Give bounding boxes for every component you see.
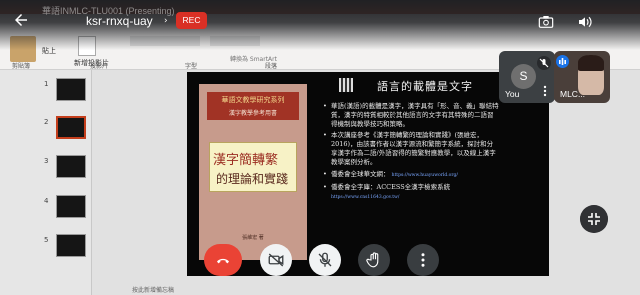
end-call-button[interactable]: [204, 244, 242, 276]
slide-thumbnail[interactable]: [56, 195, 86, 218]
group-label-clipboard: 剪貼簿: [12, 63, 31, 70]
camera-flip-icon[interactable]: [538, 15, 554, 29]
thumb-number: 3: [44, 157, 49, 165]
huayuworld-link[interactable]: https://www.huayuworld.org/: [392, 173, 458, 178]
book-author: 張維宏 著: [242, 235, 264, 241]
bullet-text: 僑委會全字庫：ACCESS全漢字檢索系統: [331, 183, 451, 192]
book-cal-line2: 的理論和實踐: [216, 172, 289, 186]
group-label-font: 字型: [185, 63, 198, 70]
slide-thumbnails-panel: 1 2 3 4 5: [0, 70, 92, 295]
book-cal-line1: 漢字簡轉繁: [213, 153, 279, 168]
speaker-icon[interactable]: [577, 15, 593, 29]
mic-off-icon: [318, 252, 332, 267]
bullet-text: 僑委會全球華文網：: [331, 169, 390, 178]
more-vert-icon: [421, 253, 425, 267]
end-call-icon: [217, 258, 229, 264]
more-options-button[interactable]: [407, 244, 439, 276]
group-label-slides: 投影片: [90, 63, 109, 70]
exit-fullscreen-icon[interactable]: [580, 205, 608, 233]
meet-top-bar: 華語INMLC-TLU001 (Presenting) ksr-rnxq-uay…: [0, 0, 640, 50]
slide-bullets: 華語(漢語)的載體是漢字，漢字具有「形、音、義」聯結特質，漢字的特質相較於其他語…: [323, 102, 499, 206]
raise-hand-button[interactable]: [358, 244, 390, 276]
participant-name: You: [505, 89, 520, 99]
qr-code-icon: [339, 78, 353, 92]
mic-toggle-button[interactable]: [309, 244, 341, 276]
slide-thumbnail-selected[interactable]: [56, 116, 86, 139]
more-vert-icon[interactable]: [543, 85, 547, 97]
book-calligraphy: 漢字簡轉繁 的理論和實踐: [209, 142, 297, 192]
book-series-title: 華語文教學研究系列: [221, 96, 285, 104]
book-cover-image: 華語文教學研究系列 漢字教學參考用書 漢字簡轉繁 的理論和實踐 張維宏 著: [199, 84, 307, 260]
camera-off-icon: [268, 253, 284, 267]
camera-toggle-button[interactable]: [260, 244, 292, 276]
thumb-number: 1: [44, 80, 49, 88]
notes-placeholder[interactable]: 按此新增備忘稿: [92, 283, 640, 295]
participant-tile-mlc[interactable]: MLC...: [554, 51, 610, 103]
slide-title: 語言的載體是文字: [377, 80, 473, 93]
cns-link[interactable]: https://www.cns11643.gov.tw/: [331, 195, 399, 200]
back-arrow-icon[interactable]: [12, 11, 30, 29]
bullet-item: 華語(漢語)的載體是漢字，漢字具有「形、音、義」聯結特質，漢字的特質相較於其他語…: [323, 102, 499, 128]
thumb-number: 5: [44, 236, 49, 244]
slide-thumbnail[interactable]: [56, 234, 86, 257]
bullet-item: 僑委會全球華文網： https://www.huayuworld.org/: [323, 170, 499, 181]
speaking-indicator-icon: [556, 55, 569, 68]
chevron-right-icon[interactable]: ›: [164, 16, 168, 26]
bullet-item: 僑委會全字庫：ACCESS全漢字檢索系統 https://www.cns1164…: [323, 183, 499, 203]
slide-thumbnail[interactable]: [56, 155, 86, 178]
participant-tile-you[interactable]: S You: [499, 51, 555, 103]
meeting-code[interactable]: ksr-rnxq-uay: [86, 14, 153, 28]
raise-hand-icon: [366, 252, 379, 268]
group-label-paragraph: 段落: [265, 63, 278, 70]
book-banner: 華語文教學研究系列 漢字教學參考用書: [207, 92, 299, 120]
slide-thumbnail[interactable]: [56, 78, 86, 101]
mic-off-icon: [537, 56, 551, 70]
recording-badge: REC: [176, 12, 207, 29]
thumb-number: 4: [44, 197, 49, 205]
thumb-number: 2: [44, 118, 49, 126]
avatar: S: [511, 64, 536, 89]
book-subtitle: 漢字教學參考用書: [228, 110, 277, 117]
participant-name: MLC...: [560, 89, 586, 99]
bullet-item: 本次講座參考《漢字簡轉繁的理論和實踐》(張維宏，2016)，由該書作者以漢字源流…: [323, 131, 499, 166]
